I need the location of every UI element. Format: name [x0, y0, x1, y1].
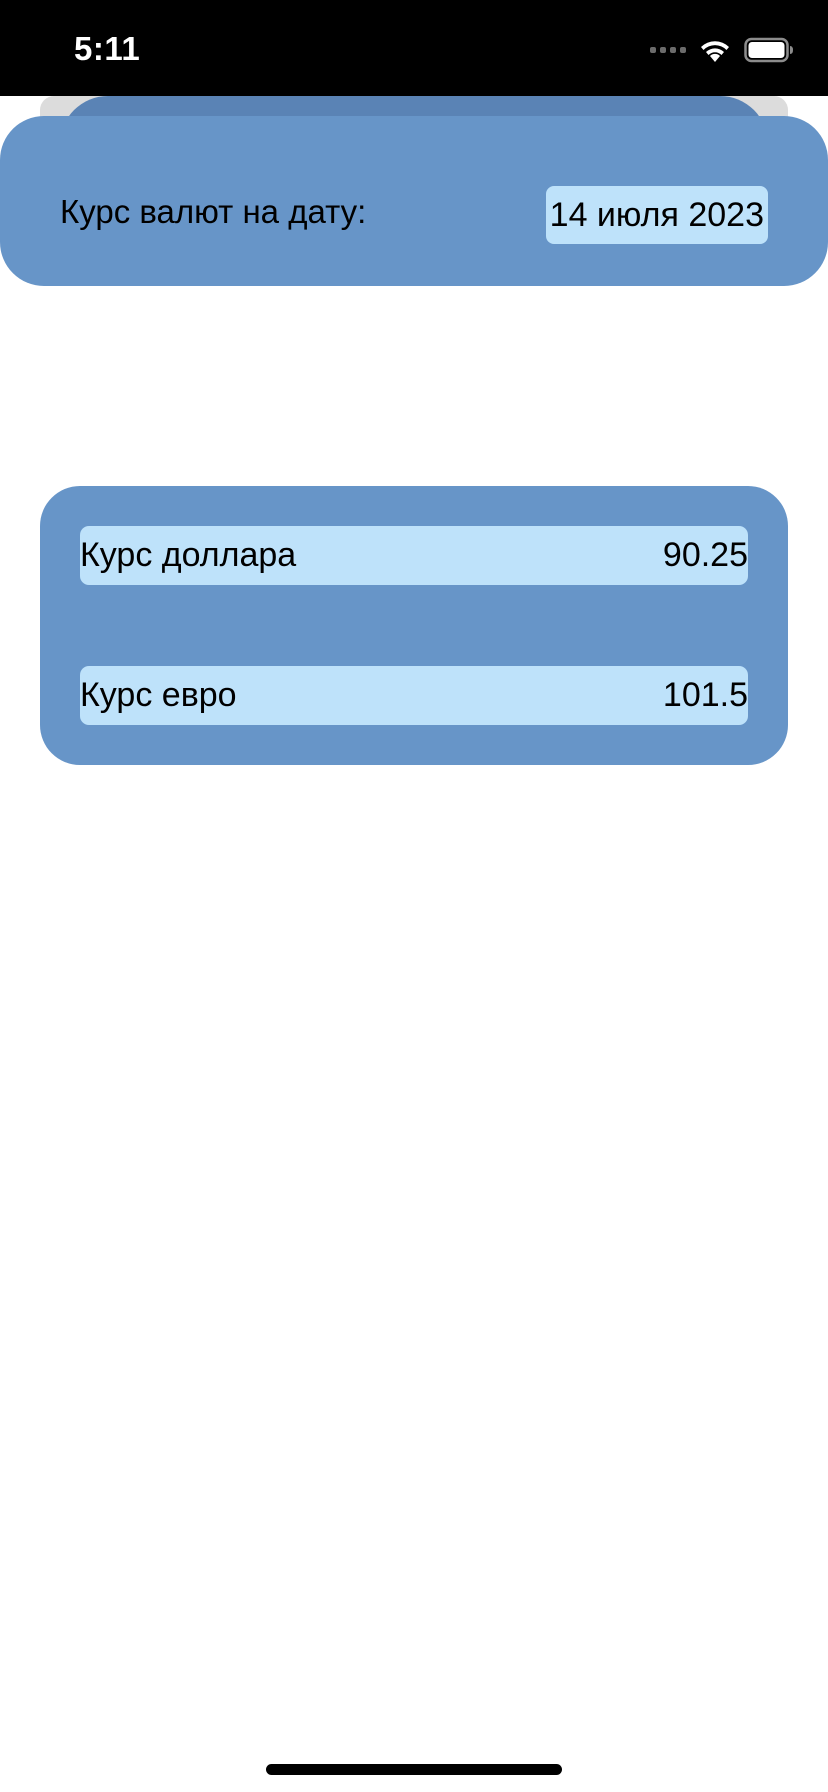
- status-bar: 5:11: [0, 0, 828, 96]
- battery-icon: [744, 37, 793, 63]
- date-header-card: Курс валют на дату: 14 июля 2023: [0, 116, 828, 286]
- rates-card: Курс доллара 90.25 Курс евро 101.5: [40, 486, 788, 765]
- rate-row-eur: Курс евро 101.5: [80, 666, 748, 725]
- rate-label-usd: Курс доллара: [80, 536, 297, 574]
- rate-value-usd: 90.25: [662, 536, 748, 574]
- signal-dots-icon: [650, 36, 686, 64]
- date-picker-button[interactable]: 14 июля 2023: [545, 186, 768, 244]
- rate-row-usd: Курс доллара 90.25: [80, 526, 748, 585]
- wifi-icon: [701, 41, 729, 62]
- status-time: 5:11: [74, 30, 141, 67]
- rate-value-eur: 101.5: [662, 676, 748, 714]
- rate-label-eur: Курс евро: [80, 676, 237, 714]
- status-icons: [650, 36, 794, 64]
- date-label: Курс валют на дату:: [60, 193, 367, 230]
- home-indicator[interactable]: [266, 1764, 562, 1775]
